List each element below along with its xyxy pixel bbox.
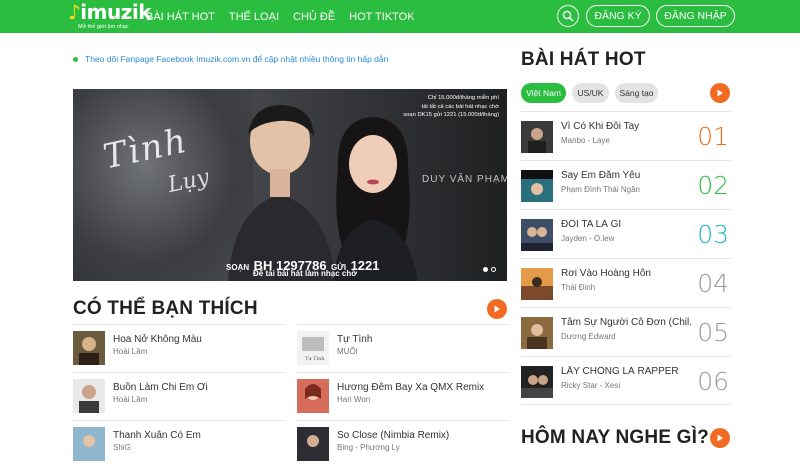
list-item[interactable]: Thanh Xuân Có Em ShiG	[73, 420, 286, 468]
fanpage-notice[interactable]: Theo dõi Fanpage Facebook Imuzik.com.vn …	[73, 54, 388, 64]
song-artist: Manbo - Laye	[561, 136, 610, 145]
song-title: Say Em Đắm Yêu	[561, 170, 641, 181]
song-artist: Jayden - O.lew	[561, 234, 615, 243]
banner-info-line: soạn DK15 gửi 1221 (15.000đ/tháng)	[403, 112, 499, 118]
top-header: ♪imuzik Mở thế giới âm nhạc BÀI HÁT HOT …	[0, 0, 800, 33]
song-thumbnail	[297, 427, 329, 461]
banner-info-line: tải tất cả các bài hát nhạc chờ	[421, 103, 499, 110]
song-title: Rơi Vào Hoàng Hôn	[561, 268, 651, 279]
list-item[interactable]: Tự Tình Tự Tình MUỐI	[297, 324, 510, 372]
login-button[interactable]: ĐĂNG NHẬP	[656, 5, 735, 27]
song-thumbnail	[73, 331, 105, 365]
song-artist: Hari Won	[337, 395, 371, 404]
hot-song-row[interactable]: ĐÔI TA LÀ GÌ Jayden - O.lew 03	[521, 209, 731, 258]
you-may-like-play-button[interactable]	[487, 299, 507, 319]
song-artist: Phạm Đình Thái Ngân	[561, 185, 641, 194]
imuzik-logo[interactable]: ♪imuzik Mở thế giới âm nhạc	[68, 0, 151, 32]
rank-number: 03	[697, 220, 729, 249]
banner-artist-name: DUY VĂN PHẠM	[422, 174, 507, 185]
banner-female-singer-image	[333, 117, 418, 281]
song-title: Buồn Làm Chi Em Ơi	[113, 382, 208, 393]
song-artist: Hoài Lâm	[113, 395, 148, 404]
logo-note-glyph: ♪	[68, 0, 81, 24]
sms-prefix: SOẠN	[226, 263, 250, 272]
song-thumbnail	[521, 219, 553, 251]
hot-song-row[interactable]: Vì Có Khi Đôi Tay Manbo - Laye 01	[521, 111, 731, 160]
logo-tagline: Mở thế giới âm nhạc	[78, 24, 129, 30]
song-title: Tự Tình	[337, 334, 373, 345]
you-may-like-title: CÓ THỂ BẠN THÍCH	[73, 298, 258, 319]
song-artist: MUỐI	[337, 347, 358, 356]
tab-us-uk[interactable]: US/UK	[572, 83, 609, 103]
nav-topics[interactable]: CHỦ ĐỀ	[293, 11, 335, 23]
song-thumbnail	[521, 268, 553, 300]
promo-banner[interactable]: Tình Lụy DUY VĂN PHẠM Chỉ 15.000đ/tháng …	[73, 89, 507, 281]
song-artist: ShiG	[113, 443, 131, 452]
banner-subscription-info: Chỉ 15.000đ/tháng miễn phí tải tất cả cá…	[369, 94, 499, 120]
search-icon	[562, 10, 574, 22]
notice-text: Theo dõi Fanpage Facebook Imuzik.com.vn …	[85, 54, 389, 64]
song-artist: Hoài Lâm	[113, 347, 148, 356]
rank-number: 02	[697, 171, 729, 200]
banner-info-line: Chỉ 15.000đ/tháng miễn phí	[427, 95, 499, 101]
song-title: So Close (Nimbia Remix)	[337, 430, 450, 441]
song-title: Tâm Sự Người Cô Đơn (Chil...	[561, 317, 691, 328]
song-title: ĐÔI TA LÀ GÌ	[561, 219, 622, 230]
list-item[interactable]: Hương Đêm Bay Xa QMX Remix Hari Won	[297, 372, 510, 420]
song-artist: Bing - Phương Ly	[337, 443, 400, 452]
song-artist: Dương Edward	[561, 332, 616, 341]
list-item[interactable]: Hoa Nở Không Màu Hoài Lâm	[73, 324, 286, 372]
hot-songs-title: BÀI HÁT HOT	[521, 49, 646, 70]
tab-sang-tao[interactable]: Sáng tạo	[615, 83, 658, 103]
bullet-dot-icon	[73, 56, 78, 62]
register-button[interactable]: ĐĂNG KÝ	[586, 5, 650, 27]
carousel-dots	[483, 267, 496, 272]
song-thumbnail	[297, 379, 329, 413]
song-thumbnail	[521, 366, 553, 398]
song-thumbnail: Tự Tình	[297, 331, 329, 365]
song-artist: Ricky Star - Xesi	[561, 381, 621, 390]
carousel-dot[interactable]	[491, 267, 496, 272]
song-artist: Thái Đinh	[561, 283, 596, 292]
song-title: Vì Có Khi Đôi Tay	[561, 121, 640, 132]
main-nav: BÀI HÁT HOT THỂ LOẠI CHỦ ĐỀ HOT TIKTOK	[146, 0, 429, 33]
svg-text:Tự Tình: Tự Tình	[305, 355, 325, 362]
song-thumbnail	[521, 170, 553, 202]
list-item[interactable]: Buồn Làm Chi Em Ơi Hoài Lâm	[73, 372, 286, 420]
carousel-dot-active[interactable]	[483, 267, 488, 272]
song-title: Thanh Xuân Có Em	[113, 430, 201, 441]
hot-songs-play-button[interactable]	[710, 83, 730, 103]
today-play-button[interactable]	[710, 428, 730, 448]
song-thumbnail	[521, 317, 553, 349]
song-title: Hoa Nở Không Màu	[113, 334, 202, 345]
banner-sms-subtext: Để tải bài hát làm nhạc chờ	[253, 269, 357, 278]
song-thumbnail	[521, 121, 553, 153]
play-icon	[717, 89, 723, 97]
song-title: LẤY CHỒNG LÀ RAPPER	[561, 366, 679, 377]
rank-number: 01	[697, 122, 729, 151]
rank-number: 06	[697, 367, 729, 396]
rank-number: 04	[697, 269, 729, 298]
rank-number: 05	[697, 318, 729, 347]
song-thumbnail	[73, 427, 105, 461]
search-button[interactable]	[557, 5, 579, 27]
nav-hot-tiktok[interactable]: HOT TIKTOK	[349, 11, 414, 23]
nav-hot-songs[interactable]: BÀI HÁT HOT	[146, 11, 215, 23]
hot-song-row[interactable]: Say Em Đắm Yêu Phạm Đình Thái Ngân 02	[521, 160, 731, 209]
list-item[interactable]: So Close (Nimbia Remix) Bing - Phương Ly	[297, 420, 510, 468]
logo-wordmark: ♪imuzik	[68, 0, 151, 24]
logo-text: imuzik	[80, 0, 151, 24]
hot-songs-tabs: Việt Nam US/UK Sáng tạo	[521, 83, 664, 103]
song-thumbnail	[73, 379, 105, 413]
hot-song-row[interactable]: Tâm Sự Người Cô Đơn (Chil... Dương Edwar…	[521, 307, 731, 356]
nav-genres[interactable]: THỂ LOẠI	[229, 11, 279, 23]
hot-song-row[interactable]: LẤY CHỒNG LÀ RAPPER Ricky Star - Xesi 06	[521, 356, 731, 405]
play-icon	[717, 434, 723, 442]
hot-song-row[interactable]: Rơi Vào Hoàng Hôn Thái Đinh 04	[521, 258, 731, 307]
song-title: Hương Đêm Bay Xa QMX Remix	[337, 382, 485, 393]
what-to-listen-today-title: HÔM NAY NGHE GÌ?	[521, 427, 709, 448]
play-icon	[494, 305, 500, 313]
tab-vietnam[interactable]: Việt Nam	[521, 83, 566, 103]
